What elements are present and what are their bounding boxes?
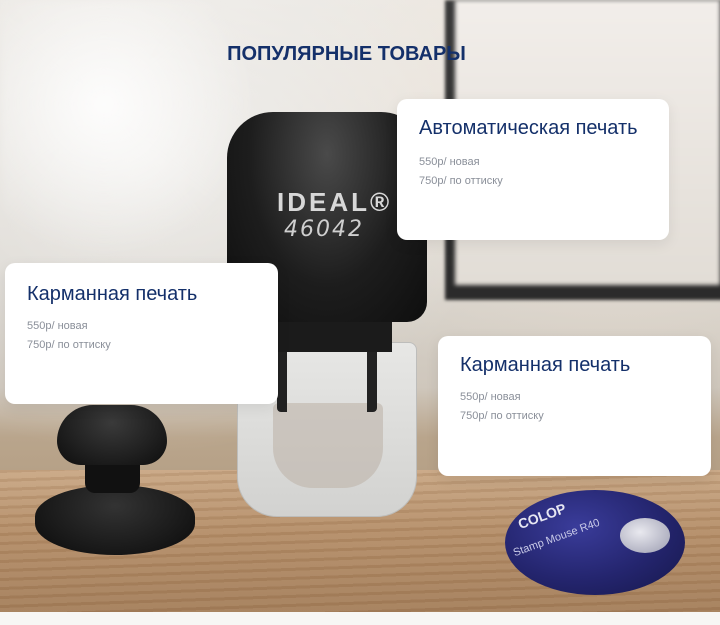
stamp-model-label: 46042 xyxy=(284,217,364,242)
product-card-pocket[interactable]: Карманная печать 550р/ новая 750р/ по от… xyxy=(5,263,278,404)
hero-scene: IDEAL® 46042 COLOP Stamp Mouse R40 ПОПУЛ… xyxy=(0,0,720,625)
product-card-pocket-2[interactable]: Карманная печать 550р/ новая 750р/ по от… xyxy=(438,336,711,476)
product-title[interactable]: Карманная печать xyxy=(460,354,689,376)
product-card-automatic[interactable]: Автоматическая печать 550р/ новая 750р/ … xyxy=(397,99,669,240)
section-title: ПОПУЛЯРНЫЕ ТОВАРЫ xyxy=(227,43,466,65)
product-title[interactable]: Автоматическая печать xyxy=(419,117,647,139)
stamp-brand-label: IDEAL® xyxy=(277,187,393,217)
price-copy: 750р/ по оттиску xyxy=(460,410,544,422)
pocket-stamp-black-image xyxy=(35,405,200,555)
stamp-collar xyxy=(262,322,392,352)
price-new: 550р/ новая xyxy=(419,156,480,168)
price-new: 550р/ новая xyxy=(460,391,521,403)
price-new: 550р/ новая xyxy=(27,320,88,332)
price-copy: 750р/ по оттиску xyxy=(27,339,111,351)
price-copy: 750р/ по оттиску xyxy=(419,175,503,187)
pocket-stamp-blue-image: COLOP Stamp Mouse R40 xyxy=(505,490,685,595)
background-light xyxy=(0,0,260,260)
desk-edge xyxy=(0,612,720,625)
product-title[interactable]: Карманная печать xyxy=(27,283,256,305)
